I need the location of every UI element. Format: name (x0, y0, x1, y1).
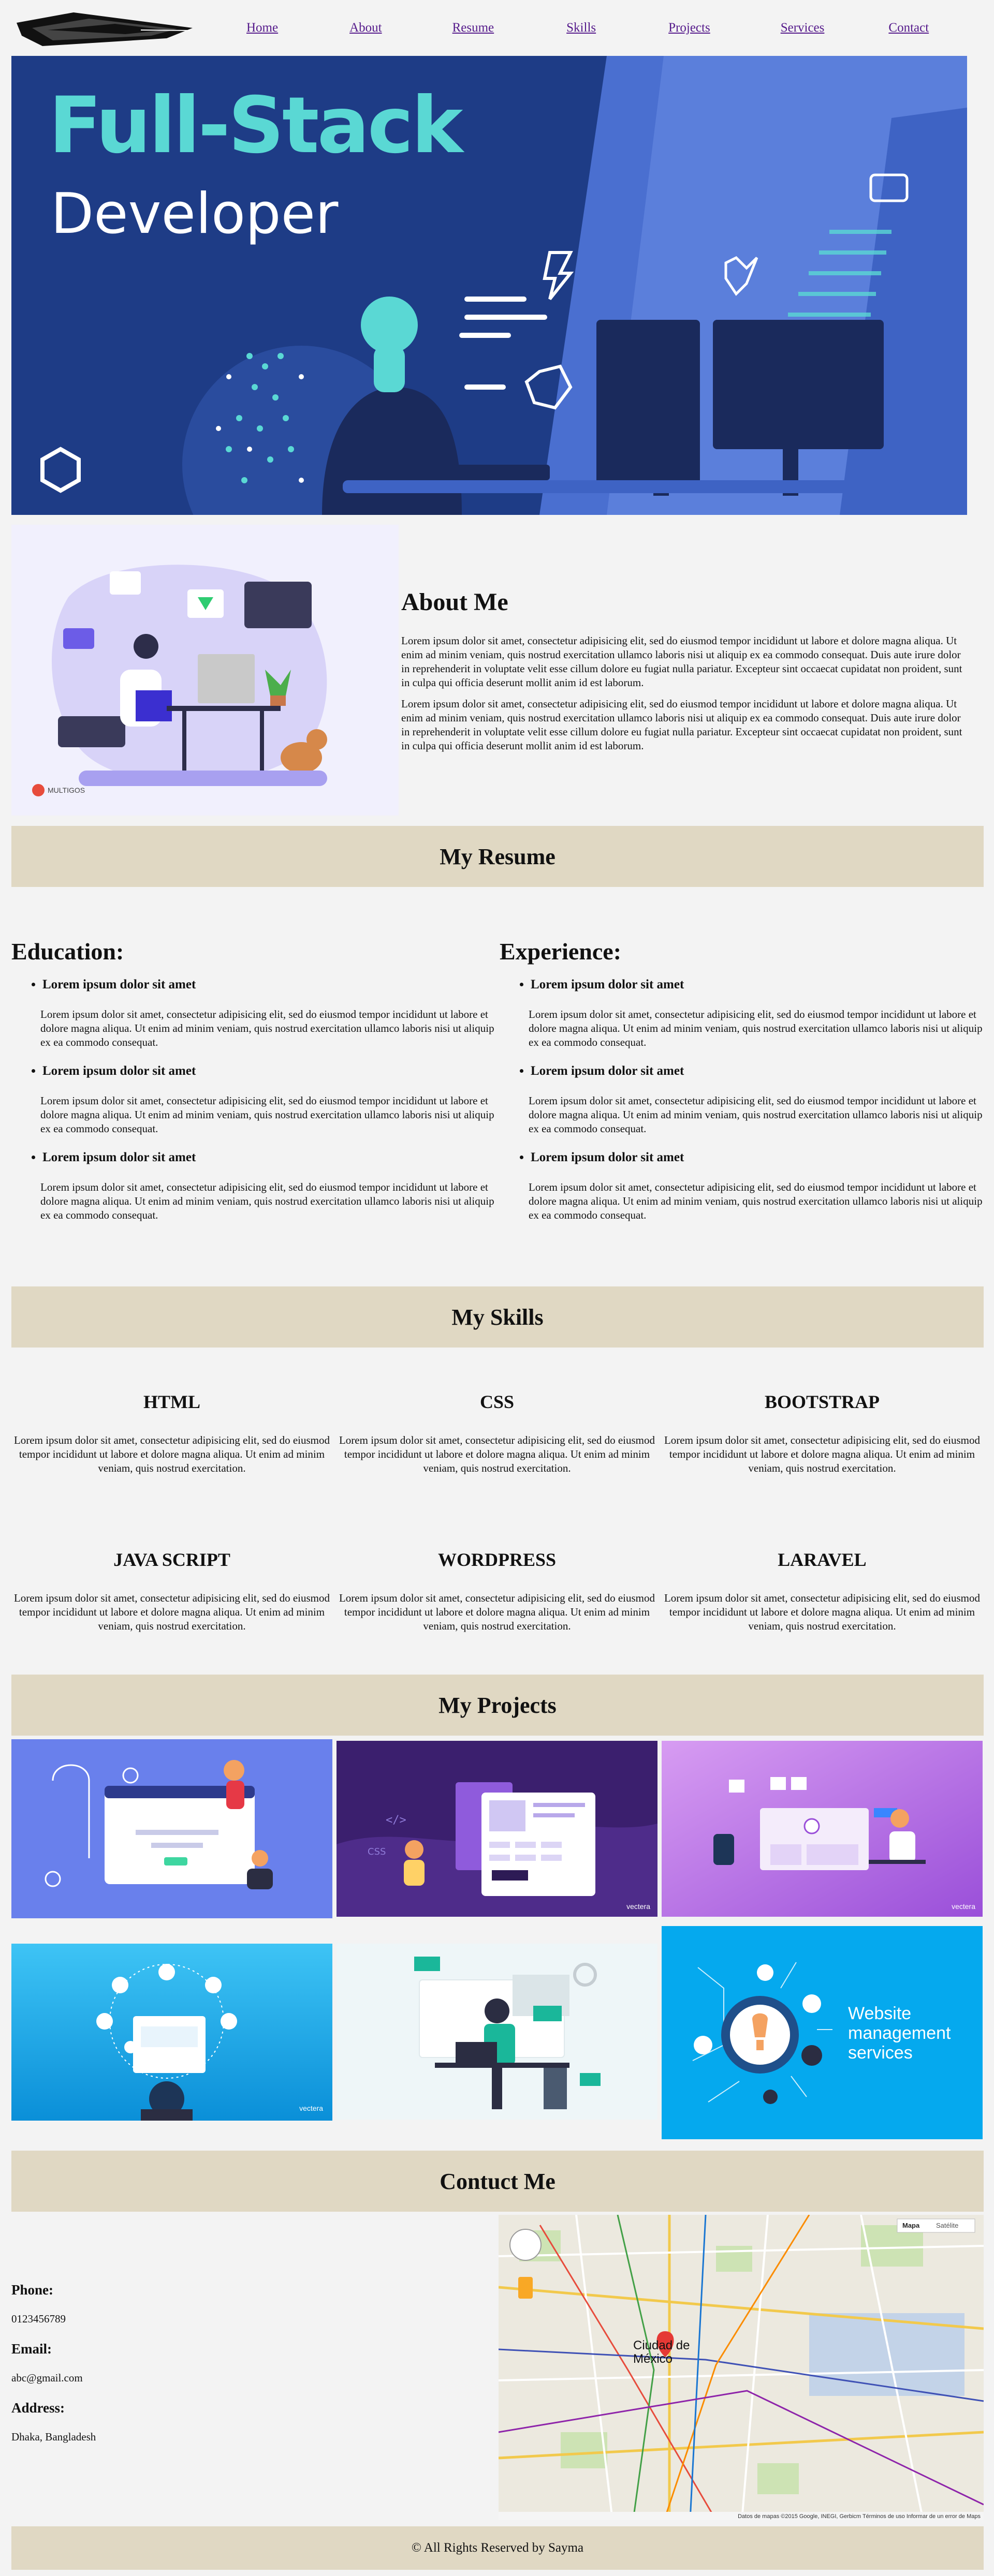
experience-item: Lorem ipsum dolor sit amet Lorem ipsum d… (529, 978, 984, 1049)
skill-description: Lorem ipsum dolor sit amet, consectetur … (13, 1592, 330, 1632)
contact-info: Phone: 0123456789 Email: abc@gmail.com A… (11, 2282, 477, 2459)
skill-name: JAVA SCRIPT (113, 1549, 230, 1570)
project-tile-caption: Website management services (848, 2004, 951, 2063)
skill-name: HTML (143, 1391, 200, 1412)
education-item-text: Lorem ipsum dolor sit amet, consectetur … (40, 1008, 494, 1048)
skill-description: Lorem ipsum dolor sit amet, consectetur … (339, 1592, 655, 1632)
nav-skills-link[interactable]: Skills (566, 21, 596, 35)
skill-name: WORDPRESS (437, 1549, 557, 1570)
contact-heading: Contuct Me (440, 2168, 556, 2194)
nav-services-link[interactable]: Services (781, 21, 825, 35)
about-section: About Me Lorem ipsum dolor sit amet, con… (401, 588, 971, 760)
skill-name: CSS (479, 1391, 515, 1412)
skills-section-bar: My Skills (11, 1286, 984, 1348)
address-label: Address: (11, 2400, 65, 2416)
skill-name: BOOTSTRAP (764, 1391, 880, 1412)
map-city-label: Ciudad de México (633, 2338, 690, 2366)
about-paragraph-1: Lorem ipsum dolor sit amet, consectetur … (401, 634, 962, 689)
education-heading: Education: (11, 938, 124, 965)
site-logo[interactable] (11, 7, 198, 49)
project-tile-caption: vectera (299, 2104, 323, 2112)
skill-card-bootstrap: BOOTSTRAP Lorem ipsum dolor sit amet, co… (662, 1391, 983, 1475)
education-item-title: Lorem ipsum dolor sit amet (42, 1150, 196, 1164)
nav-contact-link[interactable]: Contact (888, 21, 929, 35)
experience-heading: Experience: (500, 938, 622, 965)
skill-description: Lorem ipsum dolor sit amet, consectetur … (339, 1434, 655, 1474)
nav-resume-link[interactable]: Resume (452, 21, 494, 35)
hero-banner: Full-Stack Developer (11, 56, 967, 515)
experience-item: Lorem ipsum dolor sit amet Lorem ipsum d… (529, 1064, 984, 1136)
nav-about-link[interactable]: About (349, 21, 382, 35)
hero-title-line1: Full-Stack (49, 81, 463, 171)
about-heading: About Me (401, 588, 508, 616)
nav-links: Home About Resume Skills Projects Servic… (243, 21, 929, 35)
map-type-satellite-button[interactable]: Satélite (936, 2222, 958, 2229)
multigos-brand-label: MULTIGOS (48, 786, 85, 794)
education-item-title: Lorem ipsum dolor sit amet (42, 1064, 196, 1078)
projects-section-bar: My Projects (11, 1675, 984, 1736)
phone-label: Phone: (11, 2282, 53, 2298)
education-item: Lorem ipsum dolor sit amet Lorem ipsum d… (40, 978, 495, 1049)
experience-item: Lorem ipsum dolor sit amet Lorem ipsum d… (529, 1150, 984, 1222)
skill-card-wordpress: WORDPRESS Lorem ipsum dolor sit amet, co… (337, 1549, 657, 1633)
skill-description: Lorem ipsum dolor sit amet, consectetur … (664, 1592, 981, 1632)
skill-name: LARAVEL (778, 1549, 867, 1570)
project-tile-6[interactable]: Website management services (662, 1926, 983, 2139)
location-map[interactable]: Mapa Satélite Ciudad de México Datos de … (499, 2215, 984, 2520)
experience-column: Experience: Lorem ipsum dolor sit amet L… (500, 938, 984, 1237)
experience-item-text: Lorem ipsum dolor sit amet, consectetur … (529, 1094, 983, 1135)
project-tile-2[interactable]: </> CSS vectera (337, 1741, 657, 1917)
nav-projects-link[interactable]: Projects (668, 21, 710, 35)
resume-heading: My Resume (440, 843, 556, 869)
experience-item-title: Lorem ipsum dolor sit amet (531, 978, 684, 991)
hero-title-line2: Developer (51, 182, 339, 246)
skill-card-html: HTML Lorem ipsum dolor sit amet, consect… (11, 1391, 332, 1475)
education-item-text: Lorem ipsum dolor sit amet, consectetur … (40, 1094, 494, 1135)
project-tile-3[interactable]: vectera (662, 1741, 983, 1917)
education-item-text: Lorem ipsum dolor sit amet, consectetur … (40, 1181, 494, 1221)
contact-section-bar: Contuct Me (11, 2151, 984, 2212)
education-column: Education: Lorem ipsum dolor sit amet Lo… (11, 938, 495, 1237)
project-tile-caption: vectera (952, 1902, 975, 1911)
project-tile-5[interactable] (337, 1944, 657, 2120)
experience-item-text: Lorem ipsum dolor sit amet, consectetur … (529, 1181, 983, 1221)
skills-heading: My Skills (451, 1304, 544, 1330)
project-tile-1[interactable] (11, 1739, 332, 1918)
skill-card-laravel: LARAVEL Lorem ipsum dolor sit amet, cons… (662, 1549, 983, 1633)
svg-text:</>: </> (386, 1814, 406, 1827)
map-attribution: Datos de mapas ©2015 Google, INEGI, Gerb… (738, 2513, 981, 2520)
skill-description: Lorem ipsum dolor sit amet, consectetur … (664, 1434, 981, 1474)
experience-item-text: Lorem ipsum dolor sit amet, consectetur … (529, 1008, 983, 1048)
nav-home-link[interactable]: Home (246, 21, 278, 35)
education-item: Lorem ipsum dolor sit amet Lorem ipsum d… (40, 1150, 495, 1222)
experience-item-title: Lorem ipsum dolor sit amet (531, 1150, 684, 1164)
about-illustration: MULTIGOS (11, 525, 399, 816)
phone-value: 0123456789 (11, 2313, 66, 2325)
experience-item-title: Lorem ipsum dolor sit amet (531, 1064, 684, 1078)
project-tile-4[interactable]: vectera (11, 1944, 332, 2121)
top-navigation: Home About Resume Skills Projects Servic… (0, 0, 994, 57)
footer-copyright: © All Rights Reserved by Sayma (411, 2541, 584, 2555)
projects-heading: My Projects (438, 1692, 557, 1718)
skill-description: Lorem ipsum dolor sit amet, consectetur … (13, 1434, 330, 1474)
address-value: Dhaka, Bangladesh (11, 2431, 96, 2443)
map-type-map-button[interactable]: Mapa (902, 2222, 919, 2229)
footer: © All Rights Reserved by Sayma (11, 2526, 984, 2570)
project-tile-caption: vectera (626, 1902, 650, 1911)
about-paragraph-2: Lorem ipsum dolor sit amet, consectetur … (401, 698, 962, 752)
svg-text:CSS: CSS (368, 1846, 386, 1857)
education-item: Lorem ipsum dolor sit amet Lorem ipsum d… (40, 1064, 495, 1136)
skill-card-javascript: JAVA SCRIPT Lorem ipsum dolor sit amet, … (11, 1549, 332, 1633)
resume-section-bar: My Resume (11, 826, 984, 887)
email-value: abc@gmail.com (11, 2372, 83, 2384)
skill-card-css: CSS Lorem ipsum dolor sit amet, consecte… (337, 1391, 657, 1475)
email-label: Email: (11, 2341, 52, 2357)
education-item-title: Lorem ipsum dolor sit amet (42, 978, 196, 991)
